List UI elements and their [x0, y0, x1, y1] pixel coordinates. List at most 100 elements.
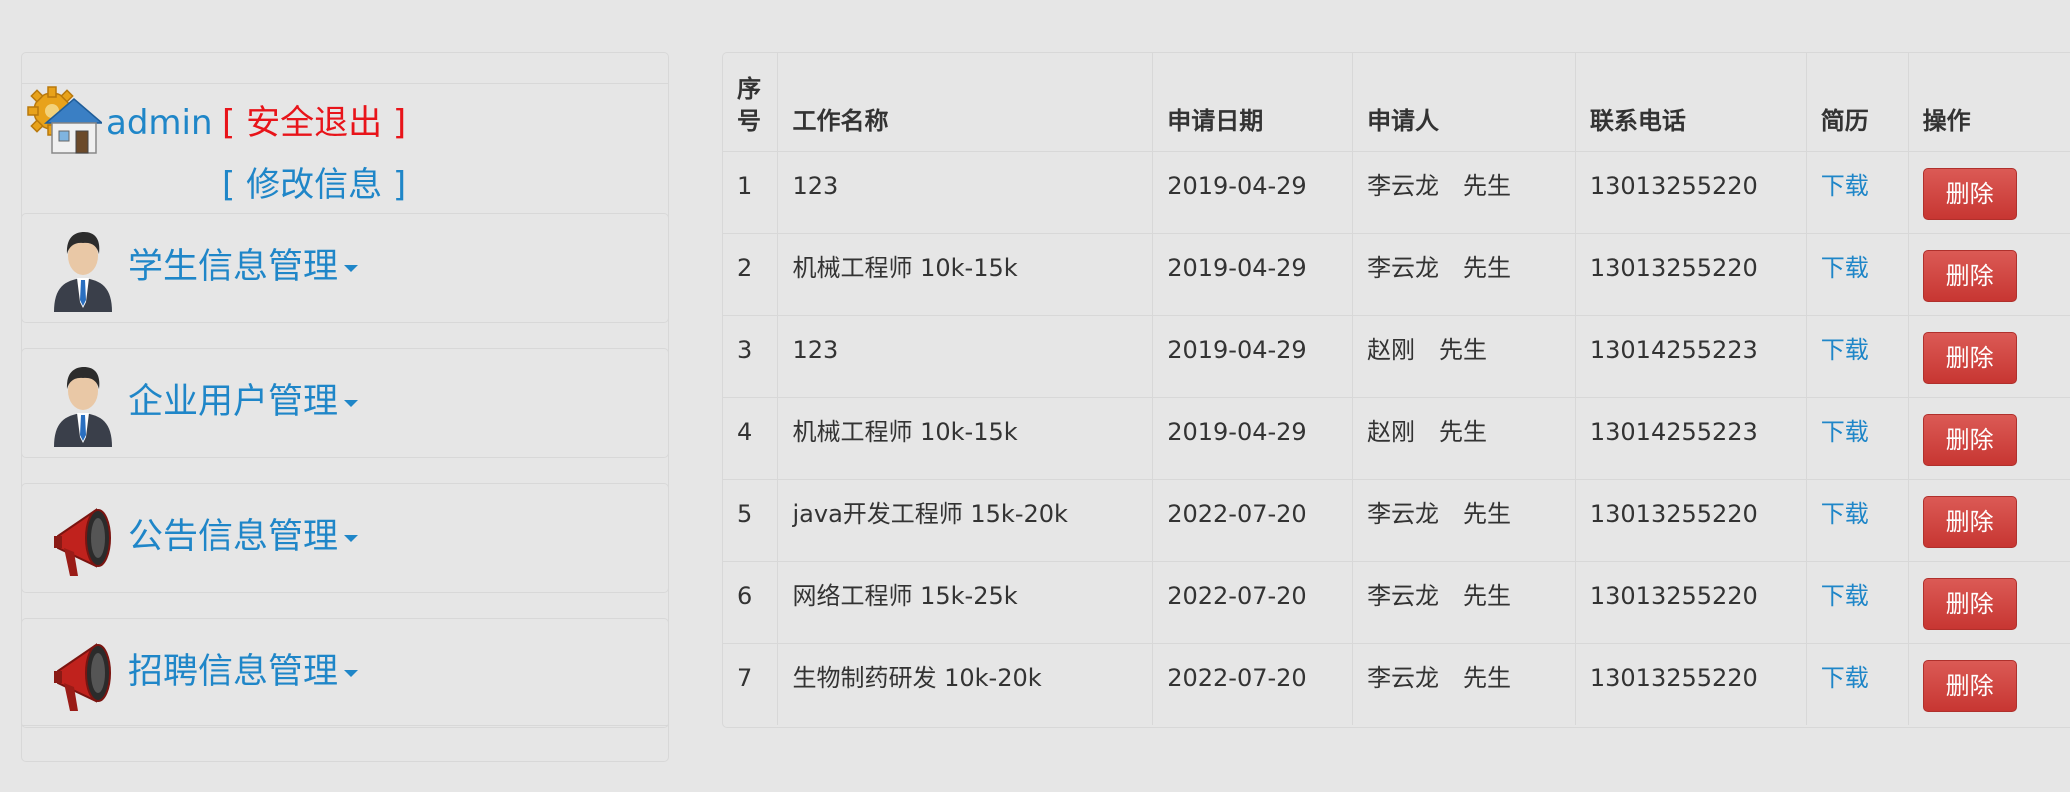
cell-applicant: 李云龙 先生 [1352, 561, 1576, 643]
cell-action: 删除 [1908, 151, 2070, 233]
menu-announcement-management[interactable]: 公告信息管理 [21, 483, 669, 593]
header-seq: 序号 [723, 53, 779, 151]
download-resume-link[interactable]: 下载 [1821, 172, 1869, 200]
cell-resume: 下载 [1806, 479, 1909, 561]
cell-seq: 4 [723, 397, 779, 479]
caret-down-icon [344, 534, 359, 542]
table-row: 7 生物制药研发 10k-20k 2022-07-20 李云龙 先生 13013… [723, 643, 2070, 725]
header-action: 操作 [1922, 106, 1971, 135]
cell-seq: 3 [723, 315, 779, 397]
download-resume-link[interactable]: 下载 [1821, 336, 1869, 364]
caret-down-icon [344, 669, 359, 677]
header-job-name: 工作名称 [777, 53, 1154, 151]
cell-job-name: 网络工程师 15k-25k [777, 561, 1154, 643]
cell-seq: 1 [723, 151, 779, 233]
logout-link[interactable]: [ 安全退出 ] [222, 101, 406, 145]
delete-button[interactable]: 删除 [1922, 167, 2017, 220]
cell-resume: 下载 [1806, 233, 1909, 315]
cell-job-name: 123 [777, 151, 1154, 233]
cell-job-name: 123 [777, 315, 1154, 397]
cell-action: 删除 [1908, 397, 2070, 479]
cell-job-name: 机械工程师 10k-15k [777, 233, 1154, 315]
cell-applicant: 赵刚 先生 [1352, 397, 1576, 479]
cell-resume: 下载 [1806, 315, 1909, 397]
cell-phone: 13013255220 [1575, 479, 1807, 561]
cell-resume: 下载 [1806, 561, 1909, 643]
cell-seq: 2 [723, 233, 779, 315]
sidebar: admin [ 安全退出 ] [ 修改信息 ] 学生信息管理 企业用户管理 公告… [21, 52, 669, 762]
table-row: 1 123 2019-04-29 李云龙 先生 13013255220 下载 删… [723, 151, 2070, 233]
cell-phone: 13013255220 [1575, 233, 1807, 315]
cell-resume: 下载 [1806, 643, 1909, 725]
download-resume-link[interactable]: 下载 [1821, 582, 1869, 610]
cell-resume: 下载 [1806, 151, 1909, 233]
table-row: 2 机械工程师 10k-15k 2019-04-29 李云龙 先生 130132… [723, 233, 2070, 315]
delete-button[interactable]: 删除 [1922, 495, 2017, 548]
cell-seq: 6 [723, 561, 779, 643]
caret-down-icon [344, 399, 359, 407]
cell-phone: 13013255220 [1575, 561, 1807, 643]
businessman-icon [54, 367, 112, 447]
businessman-icon [54, 232, 112, 312]
table-row: 6 网络工程师 15k-25k 2022-07-20 李云龙 先生 130132… [723, 561, 2070, 643]
applications-table-container: 序号 工作名称 申请日期 申请人 联系电话 简历 操作 1 123 2019-0… [722, 52, 2070, 728]
cell-apply-date: 2022-07-20 [1152, 479, 1354, 561]
table-row: 5 java开发工程师 15k-20k 2022-07-20 李云龙 先生 13… [723, 479, 2070, 561]
cell-action: 删除 [1908, 561, 2070, 643]
cell-job-name: 机械工程师 10k-15k [777, 397, 1154, 479]
menu-recruitment-management[interactable]: 招聘信息管理 [21, 618, 669, 728]
cell-job-name: java开发工程师 15k-20k [777, 479, 1154, 561]
cell-apply-date: 2019-04-29 [1152, 151, 1354, 233]
cell-phone: 13014255223 [1575, 397, 1807, 479]
cell-apply-date: 2022-07-20 [1152, 561, 1354, 643]
header-apply-date: 申请日期 [1152, 53, 1354, 151]
cell-applicant: 李云龙 先生 [1352, 479, 1576, 561]
cell-phone: 13014255223 [1575, 315, 1807, 397]
cell-applicant: 李云龙 先生 [1352, 233, 1576, 315]
edit-info-link[interactable]: [ 修改信息 ] [222, 163, 406, 207]
admin-home-gear-icon [27, 86, 102, 154]
cell-apply-date: 2019-04-29 [1152, 397, 1354, 479]
applications-table: 序号 工作名称 申请日期 申请人 联系电话 简历 操作 1 123 2019-0… [723, 53, 2070, 725]
cell-resume: 下载 [1806, 397, 1909, 479]
cell-phone: 13013255220 [1575, 643, 1807, 725]
menu-label: 企业用户管理 [128, 379, 359, 425]
download-resume-link[interactable]: 下载 [1821, 254, 1869, 282]
delete-button[interactable]: 删除 [1922, 413, 2017, 466]
cell-apply-date: 2019-04-29 [1152, 315, 1354, 397]
download-resume-link[interactable]: 下载 [1821, 500, 1869, 528]
cell-applicant: 李云龙 先生 [1352, 151, 1576, 233]
cell-action: 删除 [1908, 643, 2070, 725]
megaphone-icon [54, 508, 111, 576]
download-resume-link[interactable]: 下载 [1821, 664, 1869, 692]
menu-student-management[interactable]: 学生信息管理 [21, 213, 669, 323]
cell-action: 删除 [1908, 315, 2070, 397]
menu-label: 学生信息管理 [128, 244, 359, 290]
header-applicant: 申请人 [1352, 53, 1576, 151]
cell-applicant: 李云龙 先生 [1352, 643, 1576, 725]
table-header-row: 序号 工作名称 申请日期 申请人 联系电话 简历 操作 [723, 53, 2070, 151]
cell-action: 删除 [1908, 233, 2070, 315]
header-phone: 联系电话 [1575, 53, 1807, 151]
cell-seq: 7 [723, 643, 779, 725]
cell-job-name: 生物制药研发 10k-20k [777, 643, 1154, 725]
divider [22, 83, 668, 84]
megaphone-icon [54, 643, 111, 711]
delete-button[interactable]: 删除 [1922, 331, 2017, 384]
cell-applicant: 赵刚 先生 [1352, 315, 1576, 397]
delete-button[interactable]: 删除 [1922, 659, 2017, 712]
header-resume: 简历 [1806, 53, 1909, 151]
menu-enterprise-user-management[interactable]: 企业用户管理 [21, 348, 669, 458]
table-row: 4 机械工程师 10k-15k 2019-04-29 赵刚 先生 1301425… [723, 397, 2070, 479]
cell-seq: 5 [723, 479, 779, 561]
delete-button[interactable]: 删除 [1922, 249, 2017, 302]
cell-apply-date: 2022-07-20 [1152, 643, 1354, 725]
delete-button[interactable]: 删除 [1922, 577, 2017, 630]
divider [22, 725, 668, 726]
caret-down-icon [344, 264, 359, 272]
table-row: 3 123 2019-04-29 赵刚 先生 13014255223 下载 删除 [723, 315, 2070, 397]
download-resume-link[interactable]: 下载 [1821, 418, 1869, 446]
cell-action: 删除 [1908, 479, 2070, 561]
menu-label: 招聘信息管理 [128, 649, 359, 695]
admin-username: admin [106, 103, 213, 143]
